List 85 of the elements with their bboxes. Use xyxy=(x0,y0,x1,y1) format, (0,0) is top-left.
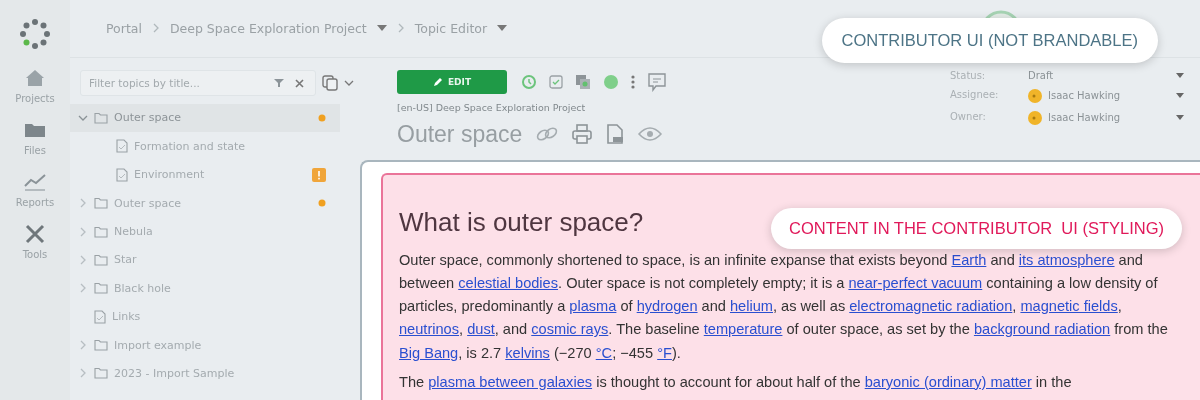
tree-item[interactable]: Import example xyxy=(70,330,340,360)
tools-icon[interactable] xyxy=(23,222,47,246)
rail-label[interactable]: Tools xyxy=(22,249,48,260)
document-icon xyxy=(94,309,106,324)
more-icon[interactable] xyxy=(631,73,635,90)
text-link[interactable]: Big Bang xyxy=(399,344,459,361)
pencil-icon xyxy=(432,76,443,87)
text-link[interactable]: °F xyxy=(657,344,672,361)
text-link[interactable]: kelvins xyxy=(505,344,550,361)
chevron-right-icon xyxy=(151,23,160,34)
caret-down-icon xyxy=(1176,93,1184,99)
text-link[interactable]: temperature xyxy=(703,321,783,338)
property-dropdown[interactable]: Isaac Hawking xyxy=(1028,110,1200,125)
text-link[interactable]: dust xyxy=(467,321,495,338)
callout-label: CONTRIBUTOR UI (NOT BRANDABLE) xyxy=(821,18,1158,63)
chevron-right-icon xyxy=(78,198,88,209)
rail-label[interactable]: Reports xyxy=(15,197,55,208)
folder-icon xyxy=(94,111,108,124)
tree-item[interactable]: Outer space xyxy=(70,103,340,133)
copy-icon[interactable] xyxy=(322,74,338,91)
callout-label: CONTENT IN THE CONTRIBUTOR UI (STYLING) xyxy=(771,208,1182,249)
tree-item[interactable]: 2023 - Import Sample xyxy=(70,359,340,388)
tree-item[interactable]: Environment xyxy=(70,160,340,189)
property-label: Owner: xyxy=(950,110,987,124)
tree-item[interactable]: Nebula xyxy=(70,217,340,246)
paragraph: The plasma between galaxies is thought to account for about half of the baryonic (ordinary) matter in the xyxy=(399,372,1073,392)
chevron-right-icon xyxy=(78,340,88,351)
property-dropdown[interactable]: Draft xyxy=(1028,69,1200,81)
text-link[interactable]: plasma xyxy=(569,298,617,315)
logo-icon[interactable] xyxy=(17,16,53,52)
topic-title: Outer space xyxy=(397,120,523,148)
text-link[interactable]: near-perfect vacuum xyxy=(848,275,983,291)
tree-item[interactable]: Formation and state xyxy=(70,132,340,161)
text-link[interactable]: baryonic (ordinary) matter xyxy=(864,373,1032,390)
chevron-right-icon xyxy=(78,254,88,265)
chevron-right-icon xyxy=(78,283,88,294)
filter-icon[interactable] xyxy=(274,77,284,88)
eye-icon[interactable] xyxy=(638,126,663,143)
paragraph: Outer space, commonly shortened to space, is an infinite expanse that exists beyond Earth and its atmosphere and between celestial bodies. Outer space is not completely empty; it is a near-perfect vacuum containing a low density of particles, predominantly a plasma of hydrogen and helium, as well as electromagnetic radiation, magnetic fields, neutrinos, dust, and cosmic rays. The baseline temperature of outer space, as set by the background radiation from the Big Bang, is 2.7 kelvins (−270 °C; −455 °F). xyxy=(399,250,1169,363)
checkbox-icon[interactable] xyxy=(549,74,563,89)
caret-down-icon[interactable] xyxy=(497,25,508,32)
folder-icon xyxy=(94,282,108,295)
folder-icon xyxy=(94,225,108,238)
text-link[interactable]: hydrogen xyxy=(636,298,698,315)
tree-item[interactable]: Links xyxy=(70,302,340,331)
rail-label[interactable]: Projects xyxy=(15,93,55,104)
caret-down-icon xyxy=(1176,115,1184,121)
text-link[interactable]: helium xyxy=(730,298,773,315)
caret-down-icon[interactable] xyxy=(376,25,387,32)
content-heading: What is outer space? xyxy=(399,205,644,239)
rail-label[interactable]: Files xyxy=(24,145,46,156)
folder-icon xyxy=(94,253,108,266)
property-label: Status: xyxy=(950,69,987,81)
link-icon[interactable] xyxy=(536,126,559,143)
pdf-file-icon[interactable] xyxy=(606,124,625,145)
folder-icon xyxy=(94,339,108,352)
project-label: [en-US] Deep Space Exploration Project xyxy=(397,101,587,113)
text-link[interactable]: plasma between galaxies xyxy=(428,373,593,390)
document-icon xyxy=(116,167,128,182)
filter-field[interactable]: Filter topics by title... xyxy=(80,69,316,96)
close-icon[interactable] xyxy=(295,78,304,88)
property-label: Assignee: xyxy=(950,88,1000,102)
folder-icon xyxy=(94,367,108,380)
chevron-right-icon xyxy=(78,368,88,379)
text-link[interactable]: magnetic fields xyxy=(1020,298,1118,315)
caret-down-icon[interactable] xyxy=(344,79,354,86)
print-icon[interactable] xyxy=(572,124,593,145)
tree-item[interactable]: Outer space xyxy=(70,188,340,218)
text-link[interactable]: background radiation xyxy=(973,321,1111,338)
chevron-right-icon xyxy=(396,23,405,34)
edit-button[interactable]: EDIT xyxy=(397,69,507,94)
tree-item[interactable]: Star xyxy=(70,245,340,275)
breadcrumb-link[interactable]: Topic Editor xyxy=(414,20,488,36)
comment-icon[interactable] xyxy=(647,71,667,92)
breadcrumb-link[interactable]: Deep Space Exploration Project xyxy=(169,20,367,36)
chevron-right-icon xyxy=(78,226,88,237)
property-dropdown[interactable]: Isaac Hawking xyxy=(1028,88,1200,103)
text-link[interactable]: its atmosphere xyxy=(1018,251,1115,268)
tree-item[interactable]: Black hole xyxy=(70,274,340,303)
caret-down-icon xyxy=(1176,72,1184,78)
document-icon xyxy=(116,139,128,154)
folder-icon xyxy=(94,197,108,210)
text-link[interactable]: Earth xyxy=(951,251,987,268)
history-icon[interactable] xyxy=(521,73,537,90)
breadcrumb-link[interactable]: Portal xyxy=(106,20,142,36)
